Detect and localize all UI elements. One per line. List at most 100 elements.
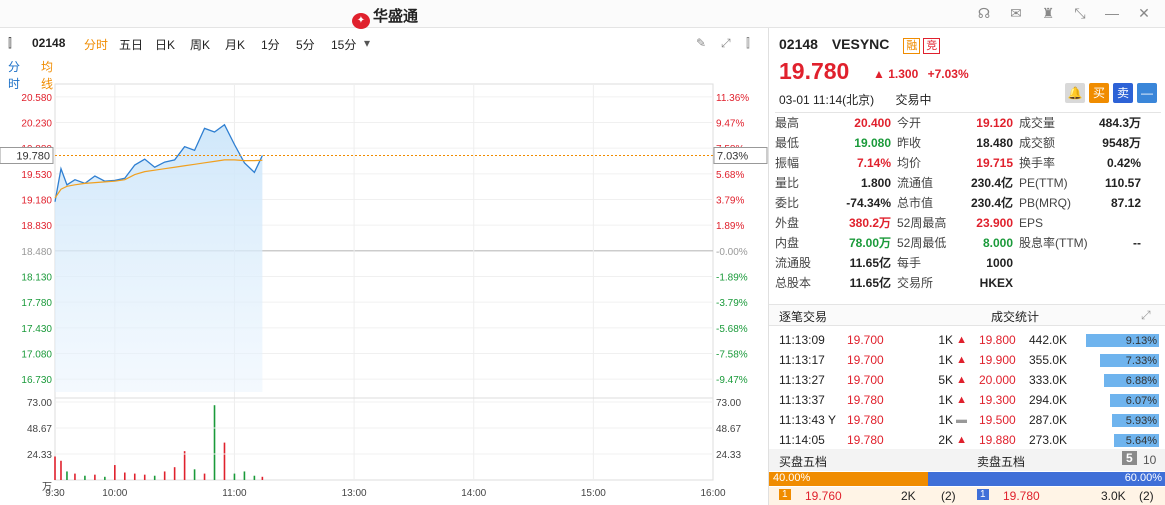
intraday-chart-svg[interactable]: 20.58011.36%20.2309.47%19.8807.58%19.530… xyxy=(0,76,768,505)
tab-ticks[interactable]: 逐笔交易 xyxy=(779,308,827,325)
time-axis-label: 13:00 xyxy=(342,488,367,499)
tick-row: 11:13:17 19.700 1K ▲ xyxy=(779,350,969,370)
tick-time: 11:13:17 xyxy=(779,353,825,367)
chevron-down-icon[interactable]: ▾ xyxy=(364,36,370,50)
shirt-icon[interactable]: ♜ xyxy=(1039,4,1057,22)
stats-share-bar: 6.07% xyxy=(1079,393,1159,407)
quote-label: 外盘 xyxy=(775,216,800,230)
alert-bell-icon[interactable]: 🔔 xyxy=(1065,83,1085,103)
intraday-chart[interactable]: 20.58011.36%20.2309.47%19.8807.58%19.530… xyxy=(0,76,768,505)
stats-share-bar: 6.88% xyxy=(1079,373,1159,387)
time-axis-label: 14:00 xyxy=(461,488,486,499)
quote-value: 8.000 xyxy=(982,236,1013,250)
volume-bar xyxy=(84,475,86,480)
level-10-toggle[interactable]: 10 xyxy=(1143,453,1156,467)
quote-value: 9548万 xyxy=(1102,136,1141,150)
tick-row: 11:14:05 19.780 2K ▲ xyxy=(779,430,969,450)
quote-label xyxy=(1019,253,1091,273)
quote-value: 110.57 xyxy=(1104,176,1141,190)
quote-row: 最低 19.080 昨收 18.480 成交额 9548万 xyxy=(775,133,1161,153)
sidebar-toggle-icon[interactable]: ⫿ xyxy=(8,36,12,51)
tick-row: 11:13:37 19.780 1K ▲ xyxy=(779,390,969,410)
tick-volume: 1K xyxy=(938,413,953,427)
price-tick-label: 19.180 xyxy=(21,196,52,207)
tick-time: 11:13:37 xyxy=(779,393,825,407)
minimize-icon[interactable]: — xyxy=(1103,4,1121,22)
volume-tick-label-right: 73.00 xyxy=(716,398,741,409)
price-tick-label: 17.430 xyxy=(21,324,52,335)
tab-15min[interactable]: 15分 xyxy=(331,36,356,53)
pct-tick-label: -1.89% xyxy=(716,273,748,284)
quote-label: 成交额 xyxy=(1019,136,1056,150)
stats-volume: 355.0K xyxy=(1029,353,1068,367)
tick-volume: 5K xyxy=(938,373,953,387)
tick-list: 11:13:09 19.700 1K ▲ 11:13:17 19.700 1K ▲ 11:13:… xyxy=(779,330,969,450)
volume-bar xyxy=(66,471,68,480)
pencil-icon[interactable]: ✎ xyxy=(696,36,706,50)
tab-minute[interactable]: 分时 xyxy=(84,36,108,53)
quote-label: 最低 xyxy=(775,136,800,150)
volume-bar xyxy=(133,473,136,480)
margin-badge: 融 xyxy=(903,38,921,54)
level-5-toggle[interactable]: 5 xyxy=(1122,451,1137,465)
quote-value xyxy=(1091,253,1147,273)
volume-bar xyxy=(123,472,126,480)
tab-5day[interactable]: 五日 xyxy=(119,36,143,53)
close-icon[interactable]: ✕ xyxy=(1135,4,1153,22)
quote-value: 0.42% xyxy=(1106,156,1141,170)
tick-price: 19.780 xyxy=(847,413,884,427)
stats-share-bar: 5.64% xyxy=(1079,433,1159,447)
price-tick-label: 20.580 xyxy=(21,93,52,104)
ask-orders: (2) xyxy=(1139,489,1154,503)
tick-price: 19.780 xyxy=(847,393,884,407)
last-price: 19.780 xyxy=(779,58,850,84)
quote-value: -- xyxy=(1133,236,1141,250)
quote-value: HKEX xyxy=(979,276,1013,290)
quote-value: 1.800 xyxy=(860,176,891,190)
quote-value: 11.65亿 xyxy=(849,256,891,270)
sidebar-right-icon[interactable]: ⫿ xyxy=(746,36,750,51)
tab-1min[interactable]: 1分 xyxy=(261,36,280,53)
sell-ratio-pct: 60.00% xyxy=(1124,472,1162,484)
stats-price: 19.900 xyxy=(979,353,1016,367)
app-name: 华盛通 xyxy=(373,8,419,25)
ask-price: 19.780 xyxy=(1003,489,1040,503)
stats-price: 19.880 xyxy=(979,433,1016,447)
buy-ratio-pct: 40.00% xyxy=(773,472,811,484)
tab-stats[interactable]: 成交统计 xyxy=(991,308,1039,325)
volume-bar xyxy=(114,465,116,480)
collapse-icon[interactable]: ⤡ xyxy=(1071,4,1089,22)
tab-week-k[interactable]: 周K xyxy=(190,36,210,53)
stats-share-pct: 5.93% xyxy=(1125,414,1157,427)
tab-5min[interactable]: 5分 xyxy=(296,36,315,53)
stats-share-bar: 9.13% xyxy=(1079,333,1159,347)
headset-icon[interactable]: ☊ xyxy=(975,4,993,22)
stats-volume: 442.0K xyxy=(1029,333,1068,347)
expand-icon[interactable]: ⤢ xyxy=(721,36,731,51)
app-logo: ✦ 华盛通 xyxy=(352,5,418,29)
collapse-panel-button[interactable]: — xyxy=(1137,83,1157,103)
expand-icon[interactable]: ⤢ xyxy=(1141,308,1151,323)
tab-day-k[interactable]: 日K xyxy=(155,36,175,53)
price-tick-label: 19.530 xyxy=(21,170,52,181)
quote-value: 230.4亿 xyxy=(970,176,1013,190)
buy-book-label: 买盘五档 xyxy=(779,455,828,469)
tab-month-k[interactable]: 月K xyxy=(225,36,245,53)
volume-bar xyxy=(183,451,186,480)
time-axis-label: 16:00 xyxy=(700,488,725,499)
quote-row: 外盘 380.2万 52周最高 23.900 EPS xyxy=(775,213,1161,233)
pct-tick-label: 9.47% xyxy=(716,119,744,130)
sell-button[interactable]: 卖 xyxy=(1113,83,1133,103)
tick-time: 11:13:27 xyxy=(779,373,825,387)
quote-label: 成交量 xyxy=(1019,116,1056,130)
quote-value: 19.080 xyxy=(854,136,891,150)
up-arrow-icon: ▲ xyxy=(956,354,967,366)
buy-button[interactable]: 买 xyxy=(1089,83,1109,103)
quote-label: 每手 xyxy=(897,256,922,270)
up-arrow-icon: ▲ xyxy=(956,394,967,406)
quote-label: 总市值 xyxy=(897,196,934,210)
volume-bar xyxy=(193,469,196,480)
mail-icon[interactable]: ✉ xyxy=(1007,4,1025,22)
quote-row: 总股本 11.65亿 交易所 HKEX xyxy=(775,273,1161,293)
price-change: ▲ 1.300 +7.03% xyxy=(873,67,969,81)
